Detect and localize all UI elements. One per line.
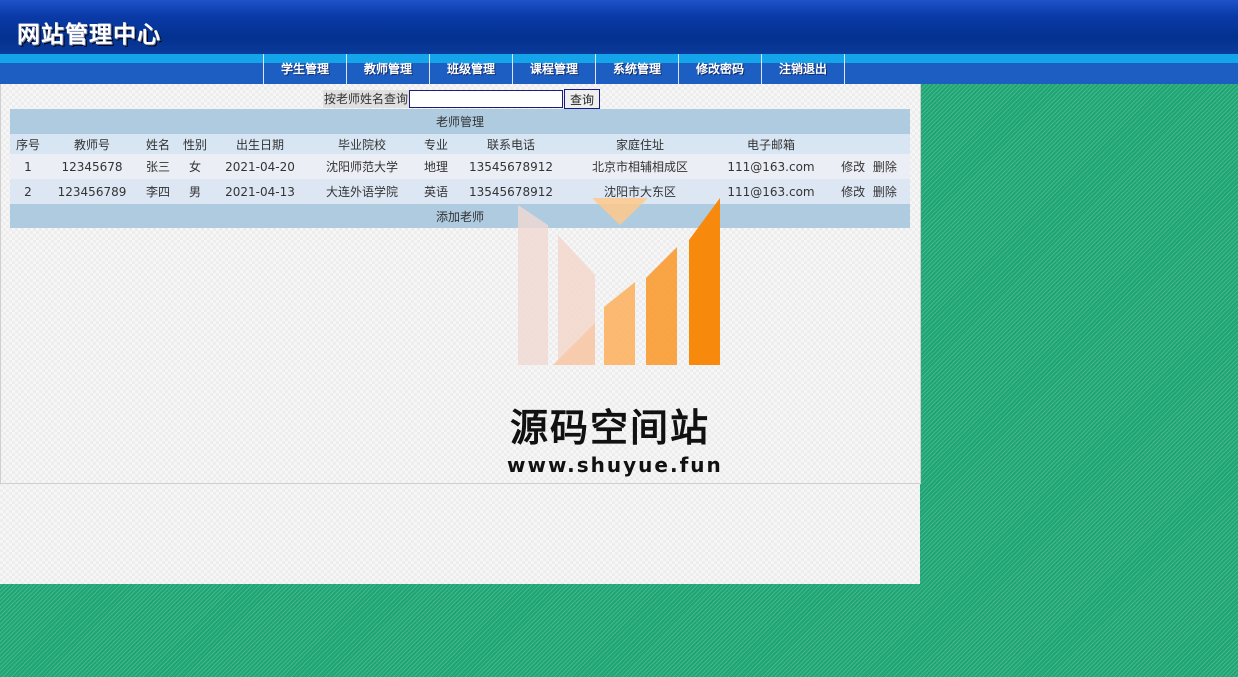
cell-name: 张三: [138, 154, 178, 179]
cell-birth: 2021-04-13: [212, 179, 308, 204]
cell-no: 2: [10, 179, 46, 204]
col-header-name: 姓名: [138, 134, 178, 154]
table-row: 2 123456789 李四 男 2021-04-13 大连外语学院 英语 13…: [10, 179, 910, 204]
table-title: 老师管理: [10, 109, 910, 134]
col-header-major: 专业: [416, 134, 456, 154]
cell-school: 大连外语学院: [308, 179, 416, 204]
content-area: 按老师姓名查询 查询 老师管理 序号 教师号 姓名 性别 出生日期 毕业院校 专…: [0, 84, 921, 584]
cell-address: 北京市相辅相成区: [566, 154, 714, 179]
cell-school: 沈阳师范大学: [308, 154, 416, 179]
nav-item-course[interactable]: 课程管理: [513, 54, 596, 84]
col-header-no: 序号: [10, 134, 46, 154]
edit-link[interactable]: 修改: [841, 185, 865, 199]
col-header-gender: 性别: [178, 134, 212, 154]
cell-phone: 13545678912: [456, 154, 566, 179]
cell-no: 1: [10, 154, 46, 179]
nav-item-teacher[interactable]: 教师管理: [347, 54, 430, 84]
nav-item-class[interactable]: 班级管理: [430, 54, 513, 84]
search-label: 按老师姓名查询: [323, 90, 410, 108]
cell-gender: 男: [178, 179, 212, 204]
col-header-birth: 出生日期: [212, 134, 308, 154]
col-header-phone: 联系电话: [456, 134, 566, 154]
nav-item-system[interactable]: 系统管理: [596, 54, 679, 84]
table-title-row: 老师管理: [10, 109, 910, 134]
cell-name: 李四: [138, 179, 178, 204]
search-bar: 按老师姓名查询 查询: [323, 89, 601, 109]
cell-major: 地理: [416, 154, 456, 179]
col-header-actions: [828, 134, 910, 154]
cell-gender: 女: [178, 154, 212, 179]
cell-phone: 13545678912: [456, 179, 566, 204]
cell-email: 111@163.com: [714, 154, 828, 179]
main-nav: 学生管理 教师管理 班级管理 课程管理 系统管理 修改密码 注销退出: [263, 54, 845, 84]
delete-link[interactable]: 删除: [873, 185, 897, 199]
nav-item-student[interactable]: 学生管理: [264, 54, 347, 84]
edit-link[interactable]: 修改: [841, 160, 865, 174]
site-title: 网站管理中心: [17, 22, 161, 48]
cell-email: 111@163.com: [714, 179, 828, 204]
add-teacher-row: 添加老师: [10, 204, 910, 228]
col-header-id: 教师号: [46, 134, 138, 154]
header-bar: 网站管理中心: [0, 0, 1238, 54]
table-header-row: 序号 教师号 姓名 性别 出生日期 毕业院校 专业 联系电话 家庭住址 电子邮箱: [10, 134, 910, 154]
col-header-email: 电子邮箱: [714, 134, 828, 154]
delete-link[interactable]: 删除: [873, 160, 897, 174]
watermark-title: 源码空间站: [510, 406, 711, 450]
watermark-url: www.shuyue.fun: [507, 453, 723, 477]
table-row: 1 12345678 张三 女 2021-04-20 沈阳师范大学 地理 135…: [10, 154, 910, 179]
col-header-school: 毕业院校: [308, 134, 416, 154]
teacher-name-search-input[interactable]: [409, 90, 564, 108]
cell-address: 沈阳市大东区: [566, 179, 714, 204]
cell-id: 12345678: [46, 154, 138, 179]
cell-actions: 修改 删除: [828, 179, 910, 204]
cell-actions: 修改 删除: [828, 154, 910, 179]
cell-birth: 2021-04-20: [212, 154, 308, 179]
cell-major: 英语: [416, 179, 456, 204]
nav-item-password[interactable]: 修改密码: [679, 54, 762, 84]
nav-item-logout[interactable]: 注销退出: [762, 54, 845, 84]
search-button[interactable]: 查询: [564, 89, 601, 109]
col-header-address: 家庭住址: [566, 134, 714, 154]
cell-id: 123456789: [46, 179, 138, 204]
add-teacher-link[interactable]: 添加老师: [10, 204, 910, 228]
teacher-table: 老师管理 序号 教师号 姓名 性别 出生日期 毕业院校 专业 联系电话 家庭住址…: [10, 109, 910, 228]
